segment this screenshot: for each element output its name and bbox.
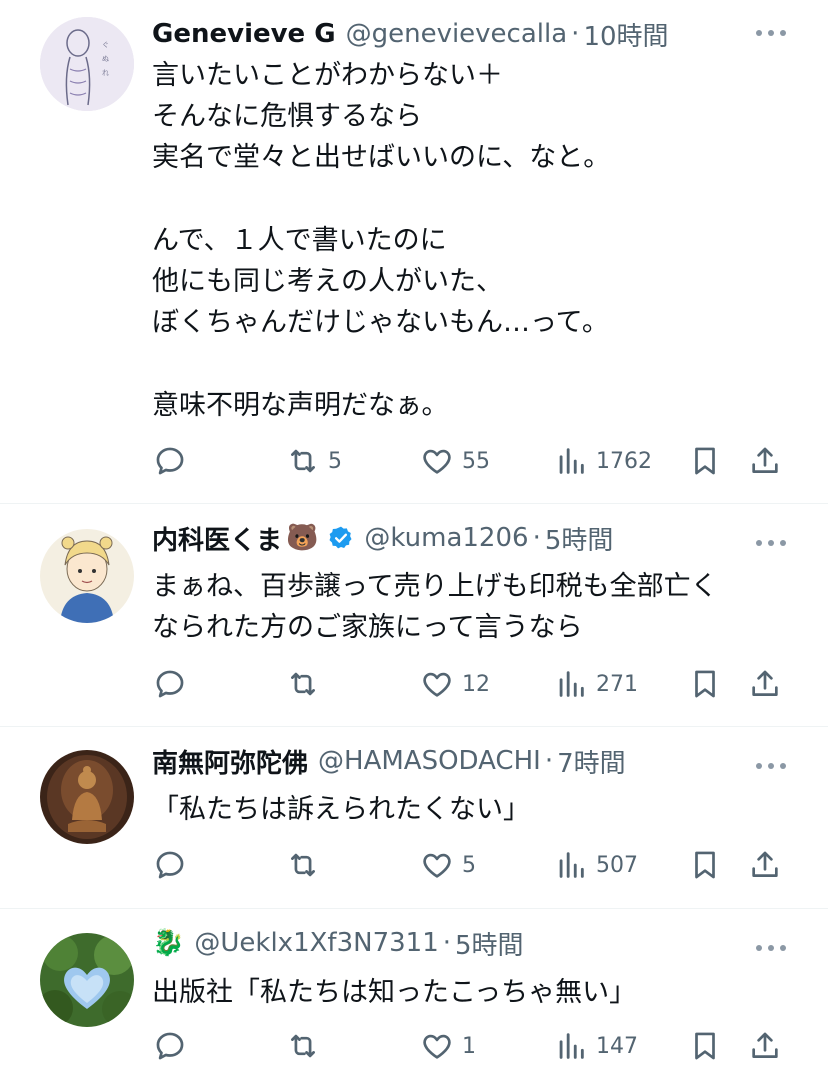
- view-count: 1762: [596, 448, 652, 474]
- retweet-button[interactable]: [286, 1026, 328, 1066]
- reply-icon: [156, 1032, 184, 1060]
- action-bar: 12 271: [0, 664, 828, 704]
- retweet-icon: [291, 672, 315, 696]
- retweet-icon: [291, 853, 315, 877]
- svg-text:ぬ: ぬ: [102, 55, 109, 63]
- like-icon: [423, 449, 451, 474]
- tweet-4[interactable]: 🐉 @Ueklx1Xf3N7311 · 5時間 出版社「私たちは知ったこっちゃ無…: [0, 909, 828, 1084]
- views-button[interactable]: 147: [554, 1026, 638, 1066]
- share-button[interactable]: [748, 1026, 782, 1066]
- avatar[interactable]: [40, 529, 134, 623]
- tweet-2[interactable]: 内科医くま 🐻 @kuma1206 · 5時間 まぁね、百歩譲って売り上げも印税…: [0, 504, 828, 726]
- more-icon[interactable]: [756, 538, 786, 548]
- views-button[interactable]: 271: [554, 664, 638, 704]
- view-count: 507: [596, 852, 638, 878]
- like-count: 55: [462, 448, 490, 474]
- share-button[interactable]: [748, 441, 782, 481]
- tweet-1[interactable]: ぐ ぬ れ Genevieve G @genevievecalla · 10時間…: [0, 0, 828, 503]
- share-icon: [752, 670, 778, 696]
- timestamp[interactable]: 5時間: [455, 925, 524, 962]
- like-button[interactable]: 55: [420, 441, 490, 481]
- reply-button[interactable]: [153, 845, 195, 885]
- retweet-icon: [291, 1034, 315, 1058]
- views-icon: [559, 852, 584, 878]
- share-icon: [752, 851, 778, 877]
- separator-dot: ·: [544, 746, 554, 776]
- retweet-button[interactable]: 5: [286, 441, 342, 481]
- view-count: 271: [596, 671, 638, 697]
- more-icon[interactable]: [756, 28, 786, 38]
- display-name[interactable]: Genevieve G: [152, 19, 336, 49]
- retweet-button[interactable]: [286, 845, 328, 885]
- views-icon: [559, 448, 584, 474]
- action-bar: 1 147: [0, 1026, 828, 1066]
- like-button[interactable]: 1: [420, 1026, 476, 1066]
- reply-icon: [156, 851, 184, 879]
- action-bar: 5 507: [0, 845, 828, 885]
- retweet-button[interactable]: [286, 664, 328, 704]
- verified-badge-icon: [329, 526, 352, 549]
- retweet-count: 5: [328, 448, 342, 474]
- like-button[interactable]: 5: [420, 845, 476, 885]
- like-icon: [423, 853, 451, 878]
- bookmark-button[interactable]: [688, 845, 722, 885]
- retweet-icon: [291, 449, 315, 473]
- action-bar: 5 55 1762: [0, 441, 828, 481]
- user-handle[interactable]: @kuma1206: [364, 523, 528, 553]
- share-icon: [752, 447, 778, 473]
- views-icon: [559, 671, 584, 697]
- separator-dot: ·: [571, 19, 580, 49]
- more-icon[interactable]: [756, 761, 786, 771]
- view-count: 147: [596, 1033, 638, 1059]
- tweet-3[interactable]: 南無阿弥陀佛 @HAMASODACHI · 7時間 「私たちは訴えられたくない」…: [0, 727, 828, 908]
- bookmark-button[interactable]: [688, 441, 722, 481]
- views-button[interactable]: 1762: [554, 441, 652, 481]
- reply-icon: [156, 670, 184, 698]
- timestamp[interactable]: 7時間: [557, 743, 626, 780]
- display-name[interactable]: 内科医くま: [152, 520, 282, 557]
- like-count: 1: [462, 1033, 476, 1059]
- svg-text:ぐ: ぐ: [102, 41, 109, 49]
- bookmark-button[interactable]: [688, 664, 722, 704]
- tweet-text: まぁね、百歩譲って売り上げも印税も全部亡く なられた方のご家族にって言うなら: [152, 571, 718, 644]
- timestamp[interactable]: 5時間: [545, 520, 614, 557]
- like-button[interactable]: 12: [420, 664, 490, 704]
- bookmark-button[interactable]: [688, 1026, 722, 1066]
- avatar[interactable]: [40, 933, 134, 1027]
- tweet-text: 出版社「私たちは知ったこっちゃ無い」: [152, 977, 637, 1008]
- reply-icon: [156, 447, 184, 475]
- reply-button[interactable]: [153, 664, 195, 704]
- reply-button[interactable]: [153, 441, 195, 481]
- bookmark-icon: [695, 670, 715, 698]
- dragon-emoji-icon: 🐉: [152, 928, 185, 958]
- bookmark-icon: [695, 1032, 715, 1060]
- share-icon: [752, 1032, 778, 1058]
- svg-text:れ: れ: [102, 69, 109, 77]
- tweet-text: 「私たちは訴えられたくない」: [152, 794, 530, 825]
- user-handle[interactable]: @HAMASODACHI: [318, 746, 541, 776]
- like-count: 12: [462, 671, 490, 697]
- user-handle[interactable]: @genevievecalla: [346, 19, 568, 49]
- avatar[interactable]: ぐ ぬ れ: [40, 17, 134, 111]
- like-icon: [423, 672, 451, 697]
- display-name[interactable]: 南無阿弥陀佛: [152, 743, 308, 780]
- bookmark-icon: [695, 447, 715, 475]
- avatar[interactable]: [40, 750, 134, 844]
- separator-dot: ·: [442, 928, 451, 958]
- bookmark-icon: [695, 851, 715, 879]
- timestamp[interactable]: 10時間: [583, 16, 668, 53]
- reply-button[interactable]: [153, 1026, 195, 1066]
- share-button[interactable]: [748, 845, 782, 885]
- separator-dot: ·: [532, 523, 541, 553]
- like-count: 5: [462, 852, 476, 878]
- like-icon: [423, 1034, 451, 1059]
- views-button[interactable]: 507: [554, 845, 638, 885]
- views-icon: [559, 1033, 584, 1059]
- more-icon[interactable]: [756, 943, 786, 953]
- user-handle[interactable]: @Ueklx1Xf3N7311: [194, 928, 438, 958]
- bear-emoji-icon: 🐻: [286, 523, 319, 553]
- share-button[interactable]: [748, 664, 782, 704]
- tweet-text: 言いたいことがわからない＋ そんなに危惧するなら 実名で堂々と出せばいいのに、な…: [152, 60, 611, 421]
